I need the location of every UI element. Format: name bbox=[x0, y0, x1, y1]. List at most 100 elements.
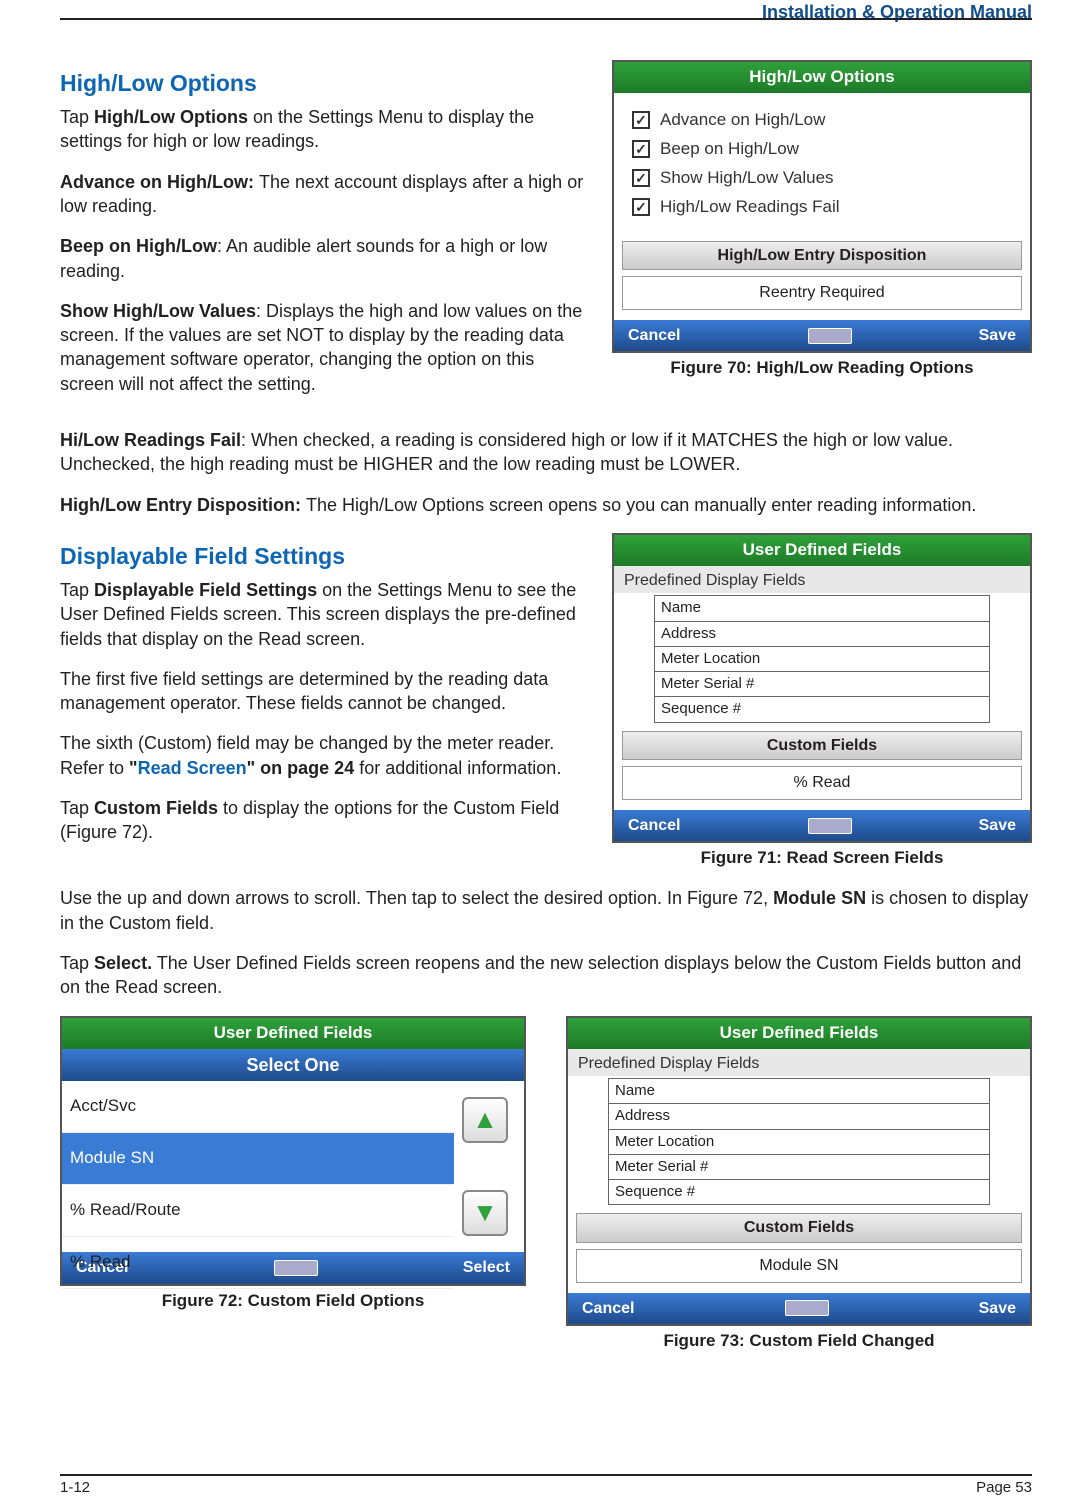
arrow-up-button[interactable]: ▲ bbox=[462, 1097, 508, 1143]
checkbox-icon bbox=[632, 140, 650, 158]
text-bold: Show High/Low Values bbox=[60, 301, 256, 321]
option-button[interactable]: Reentry Required bbox=[622, 276, 1022, 310]
para: Use the up and down arrows to scroll. Th… bbox=[60, 886, 1032, 935]
field-row: Meter Serial # bbox=[609, 1155, 989, 1180]
field-row: Name bbox=[655, 596, 989, 621]
para: Tap Custom Fields to display the options… bbox=[60, 796, 588, 845]
select-button[interactable]: Select bbox=[463, 1257, 510, 1279]
checkbox-label: High/Low Readings Fail bbox=[660, 196, 840, 219]
section-displayable-heading: Displayable Field Settings bbox=[60, 541, 588, 572]
window-title: User Defined Fields bbox=[568, 1018, 1030, 1049]
text: The High/Low Options screen opens so you… bbox=[306, 495, 976, 515]
text: " bbox=[129, 758, 138, 778]
custom-fields-header[interactable]: Custom Fields bbox=[576, 1213, 1022, 1243]
text: " on page 24 bbox=[247, 758, 355, 778]
list-item-selected[interactable]: Module SN bbox=[62, 1133, 454, 1185]
checkbox-icon bbox=[632, 169, 650, 187]
figure-73-caption: Figure 73: Custom Field Changed bbox=[566, 1330, 1032, 1353]
checkbox-label: Advance on High/Low bbox=[660, 109, 825, 132]
text-bold: Displayable Field Settings bbox=[94, 580, 317, 600]
field-row: Address bbox=[609, 1104, 989, 1129]
bottom-rule bbox=[60, 1474, 1032, 1476]
text: Tap bbox=[60, 798, 94, 818]
checkbox-row[interactable]: Advance on High/Low bbox=[632, 109, 1012, 132]
para-readings-fail: Hi/Low Readings Fail: When checked, a re… bbox=[60, 428, 1032, 477]
para-advance: Advance on High/Low: The next account di… bbox=[60, 170, 588, 219]
predef-label: Predefined Display Fields bbox=[614, 566, 1030, 594]
text-bold: High/Low Options bbox=[94, 107, 248, 127]
keyboard-icon[interactable] bbox=[785, 1300, 829, 1316]
checkbox-row[interactable]: Beep on High/Low bbox=[632, 138, 1012, 161]
text-bold: Select. bbox=[94, 953, 152, 973]
checkbox-row[interactable]: Show High/Low Values bbox=[632, 167, 1012, 190]
text-bold: Advance on High/Low: bbox=[60, 172, 259, 192]
top-rule bbox=[60, 18, 1032, 20]
options-list: Acct/Svc Module SN % Read/Route % Read bbox=[62, 1081, 454, 1252]
para-show-values: Show High/Low Values: Displays the high … bbox=[60, 299, 588, 396]
cancel-button[interactable]: Cancel bbox=[628, 815, 680, 837]
figure-71-caption: Figure 71: Read Screen Fields bbox=[612, 847, 1032, 870]
text-bold: High/Low Entry Disposition: bbox=[60, 495, 306, 515]
list-item[interactable]: % Read bbox=[62, 1237, 454, 1289]
list-item[interactable]: Acct/Svc bbox=[62, 1081, 454, 1133]
section-high-low-heading: High/Low Options bbox=[60, 68, 588, 99]
field-row: Meter Serial # bbox=[655, 672, 989, 697]
window-title: User Defined Fields bbox=[62, 1018, 524, 1049]
para: Tap Select. The User Defined Fields scre… bbox=[60, 951, 1032, 1000]
text: Tap bbox=[60, 107, 94, 127]
predef-label: Predefined Display Fields bbox=[568, 1049, 1030, 1077]
checkbox-row[interactable]: High/Low Readings Fail bbox=[632, 196, 1012, 219]
text-bold: Hi/Low Readings Fail bbox=[60, 430, 241, 450]
custom-fields-header[interactable]: Custom Fields bbox=[622, 731, 1022, 761]
field-row: Meter Location bbox=[609, 1130, 989, 1155]
arrow-down-button[interactable]: ▼ bbox=[462, 1190, 508, 1236]
text-bold: Beep on High/Low bbox=[60, 236, 217, 256]
cross-ref-link[interactable]: Read Screen bbox=[138, 758, 247, 778]
para-intro: Tap High/Low Options on the Settings Men… bbox=[60, 105, 588, 154]
text: for additional information. bbox=[354, 758, 561, 778]
field-list: Name Address Meter Location Meter Serial… bbox=[608, 1078, 990, 1205]
subheader: High/Low Entry Disposition bbox=[622, 241, 1022, 271]
figure-71-screenshot: User Defined Fields Predefined Display F… bbox=[612, 533, 1032, 844]
keyboard-icon[interactable] bbox=[808, 328, 852, 344]
text: The User Defined Fields screen reopens a… bbox=[60, 953, 1021, 997]
save-button[interactable]: Save bbox=[979, 1298, 1016, 1320]
field-row: Name bbox=[609, 1079, 989, 1104]
checkbox-icon bbox=[632, 111, 650, 129]
para-entry-disposition: High/Low Entry Disposition: The High/Low… bbox=[60, 493, 1032, 517]
para-beep: Beep on High/Low: An audible alert sound… bbox=[60, 234, 588, 283]
figure-70-caption: Figure 70: High/Low Reading Options bbox=[612, 357, 1032, 380]
text-bold: Custom Fields bbox=[94, 798, 218, 818]
window-title: High/Low Options bbox=[614, 62, 1030, 93]
checkbox-icon bbox=[632, 198, 650, 216]
para: The sixth (Custom) field may be changed … bbox=[60, 731, 588, 780]
field-row: Address bbox=[655, 622, 989, 647]
save-button[interactable]: Save bbox=[979, 325, 1016, 347]
doc-header: Installation & Operation Manual bbox=[762, 0, 1032, 24]
save-button[interactable]: Save bbox=[979, 815, 1016, 837]
text-bold: Module SN bbox=[773, 888, 866, 908]
field-row: Sequence # bbox=[655, 697, 989, 721]
field-list: Name Address Meter Location Meter Serial… bbox=[654, 595, 990, 722]
checkbox-label: Beep on High/Low bbox=[660, 138, 799, 161]
text: Use the up and down arrows to scroll. Th… bbox=[60, 888, 773, 908]
footer-left: 1-12 bbox=[60, 1478, 90, 1498]
window-title: User Defined Fields bbox=[614, 535, 1030, 566]
field-row: Sequence # bbox=[609, 1180, 989, 1204]
custom-value[interactable]: Module SN bbox=[576, 1249, 1022, 1283]
checkbox-label: Show High/Low Values bbox=[660, 167, 834, 190]
cancel-button[interactable]: Cancel bbox=[582, 1298, 634, 1320]
keyboard-icon[interactable] bbox=[808, 818, 852, 834]
custom-value[interactable]: % Read bbox=[622, 766, 1022, 800]
text: Tap bbox=[60, 953, 94, 973]
field-row: Meter Location bbox=[655, 647, 989, 672]
figure-73-screenshot: User Defined Fields Predefined Display F… bbox=[566, 1016, 1032, 1327]
text: Tap bbox=[60, 580, 94, 600]
cancel-button[interactable]: Cancel bbox=[628, 325, 680, 347]
figure-70-screenshot: High/Low Options Advance on High/Low Bee… bbox=[612, 60, 1032, 353]
para: The first five field settings are determ… bbox=[60, 667, 588, 716]
list-item[interactable]: % Read/Route bbox=[62, 1185, 454, 1237]
footer-right: Page 53 bbox=[976, 1478, 1032, 1498]
figure-72-screenshot: User Defined Fields Select One Acct/Svc … bbox=[60, 1016, 526, 1286]
para: Tap Displayable Field Settings on the Se… bbox=[60, 578, 588, 651]
